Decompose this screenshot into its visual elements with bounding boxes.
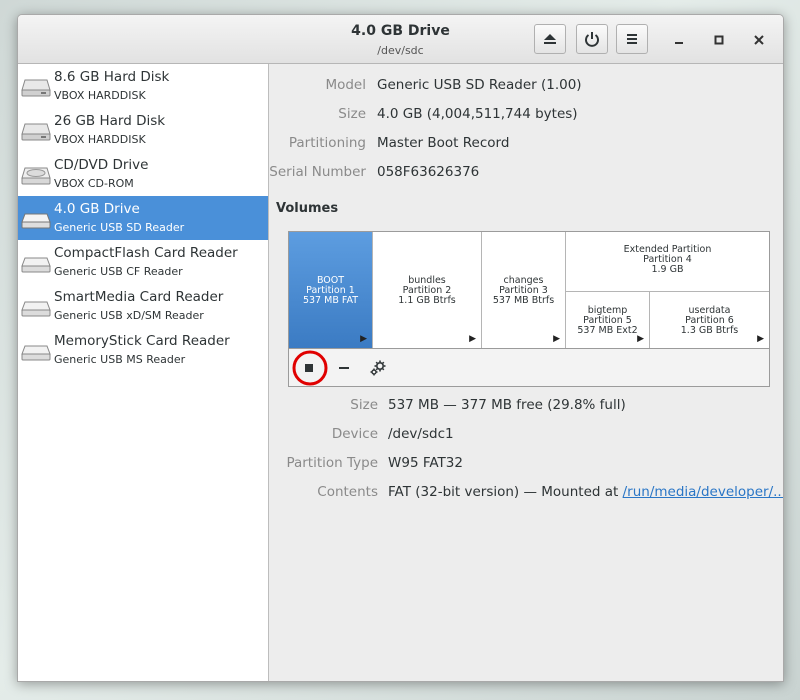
volume-toolbar: [288, 349, 770, 387]
drive-model: Generic USB SD Reader: [54, 221, 185, 234]
model-value: Generic USB SD Reader (1.00): [377, 77, 582, 93]
drive-item-4gb-drive[interactable]: 4.0 GB Drive Generic USB SD Reader: [18, 196, 268, 240]
window-title: 4.0 GB Drive: [351, 23, 450, 39]
contents-text: FAT (32-bit version) — Mounted at: [388, 484, 623, 500]
menu-button[interactable]: [616, 24, 648, 54]
size-label: Size: [338, 106, 366, 122]
drive-model: VBOX CD-ROM: [54, 177, 134, 190]
window-subtitle: /dev/sdc: [377, 44, 424, 57]
expand-arrow-icon: ▶: [553, 334, 560, 344]
card-reader-icon: [21, 301, 51, 317]
drive-model: Generic USB CF Reader: [54, 265, 183, 278]
drive-model: VBOX HARDDISK: [54, 133, 146, 146]
contents-value: FAT (32-bit version) — Mounted at /run/m…: [388, 484, 783, 500]
hard-disk-icon: [21, 79, 51, 97]
size-value: 4.0 GB (4,004,511,744 bytes): [377, 106, 578, 122]
volume-map: BOOT Partition 1 537 MB FAT ▶ bundles Pa…: [288, 231, 770, 349]
hard-disk-icon: [21, 123, 51, 141]
drive-name: 26 GB Hard Disk: [54, 113, 166, 129]
partition-options-button[interactable]: [366, 356, 390, 380]
serial-number-value: 058F63626376: [377, 164, 480, 180]
minimize-icon: [675, 42, 683, 44]
drive-item-smartmedia-reader[interactable]: SmartMedia Card Reader Generic USB xD/SM…: [18, 284, 268, 328]
close-button[interactable]: [750, 31, 768, 49]
drive-item-compactflash-reader[interactable]: CompactFlash Card Reader Generic USB CF …: [18, 240, 268, 284]
expand-arrow-icon: ▶: [469, 334, 476, 344]
optical-drive-icon: [21, 167, 51, 185]
menu-icon: [627, 34, 637, 44]
volumes-heading: Volumes: [276, 201, 339, 216]
drive-name: CD/DVD Drive: [54, 157, 149, 173]
partition-3-changes[interactable]: changes Partition 3 537 MB Btrfs ▶: [482, 232, 566, 348]
expand-arrow-icon: ▶: [757, 334, 764, 344]
power-off-button[interactable]: [576, 24, 608, 54]
mount-point-link[interactable]: /run/media/developer/...: [623, 484, 783, 500]
expand-arrow-icon: ▶: [637, 334, 644, 344]
drive-name: SmartMedia Card Reader: [54, 289, 224, 305]
header-bar: 4.0 GB Drive /dev/sdc: [18, 15, 783, 64]
drive-item-26gb-hard-disk[interactable]: 26 GB Hard Disk VBOX HARDDISK: [18, 108, 268, 152]
partition-1-boot[interactable]: BOOT Partition 1 537 MB FAT ▶: [289, 232, 373, 348]
partition-6-userdata[interactable]: userdata Partition 6 1.3 GB Btrfs ▶: [650, 292, 769, 348]
partition-size: 1.9 GB: [651, 264, 684, 275]
partition-size: 1.3 GB Btrfs: [680, 325, 739, 336]
partitioning-value: Master Boot Record: [377, 135, 510, 151]
delete-partition-button[interactable]: [332, 356, 356, 380]
partition-type-label: Partition Type: [286, 455, 378, 471]
power-icon: [585, 32, 599, 47]
eject-icon: [544, 34, 556, 44]
model-label: Model: [325, 77, 366, 93]
partition-5-bigtemp[interactable]: bigtemp Partition 5 537 MB Ext2 ▶: [566, 292, 650, 348]
maximize-button[interactable]: [710, 31, 728, 49]
drive-item-memorystick-reader[interactable]: MemoryStick Card Reader Generic USB MS R…: [18, 328, 268, 372]
volume-size-value: 537 MB — 377 MB free (29.8% full): [388, 397, 626, 413]
drive-name: CompactFlash Card Reader: [54, 245, 238, 261]
device-value: /dev/sdc1: [388, 426, 454, 442]
drive-model: VBOX HARDDISK: [54, 89, 146, 102]
drive-list: 8.6 GB Hard Disk VBOX HARDDISK 26 GB Har…: [18, 64, 269, 681]
serial-number-label: Serial Number: [269, 164, 366, 180]
drive-model: Generic USB xD/SM Reader: [54, 309, 204, 322]
drive-details: Model Generic USB SD Reader (1.00) Size …: [269, 64, 783, 681]
disks-window: 4.0 GB Drive /dev/sdc 8.6 GB Hard Disk V…: [17, 14, 784, 682]
highlight-circle: [292, 350, 328, 386]
maximize-icon: [714, 35, 724, 45]
drive-name: MemoryStick Card Reader: [54, 333, 230, 349]
device-label: Device: [331, 426, 378, 442]
partition-2-bundles[interactable]: bundles Partition 2 1.1 GB Btrfs ▶: [373, 232, 482, 348]
drive-name: 8.6 GB Hard Disk: [54, 69, 170, 85]
card-reader-icon: [21, 257, 51, 273]
contents-label: Contents: [317, 484, 378, 500]
removable-drive-icon: [21, 213, 51, 229]
partition-size: 537 MB FAT: [302, 295, 359, 306]
minus-icon: [339, 367, 349, 369]
eject-button[interactable]: [534, 24, 566, 54]
partition-type-value: W95 FAT32: [388, 455, 463, 471]
expand-arrow-icon: ▶: [360, 334, 367, 344]
drive-item-8-6gb-hard-disk[interactable]: 8.6 GB Hard Disk VBOX HARDDISK: [18, 64, 268, 108]
partition-size: 1.1 GB Btrfs: [398, 295, 456, 306]
drive-model: Generic USB MS Reader: [54, 353, 186, 366]
partition-size: 537 MB Btrfs: [492, 295, 555, 306]
card-reader-icon: [21, 345, 51, 361]
drive-item-cd-dvd-drive[interactable]: CD/DVD Drive VBOX CD-ROM: [18, 152, 268, 196]
minimize-button[interactable]: [670, 31, 688, 49]
gears-icon: [370, 360, 386, 376]
partition-4-extended[interactable]: Extended Partition Partition 4 1.9 GB: [566, 232, 769, 292]
drive-name: 4.0 GB Drive: [54, 201, 140, 217]
volume-size-label: Size: [350, 397, 378, 413]
partitioning-label: Partitioning: [288, 135, 366, 151]
close-icon: [754, 35, 764, 45]
